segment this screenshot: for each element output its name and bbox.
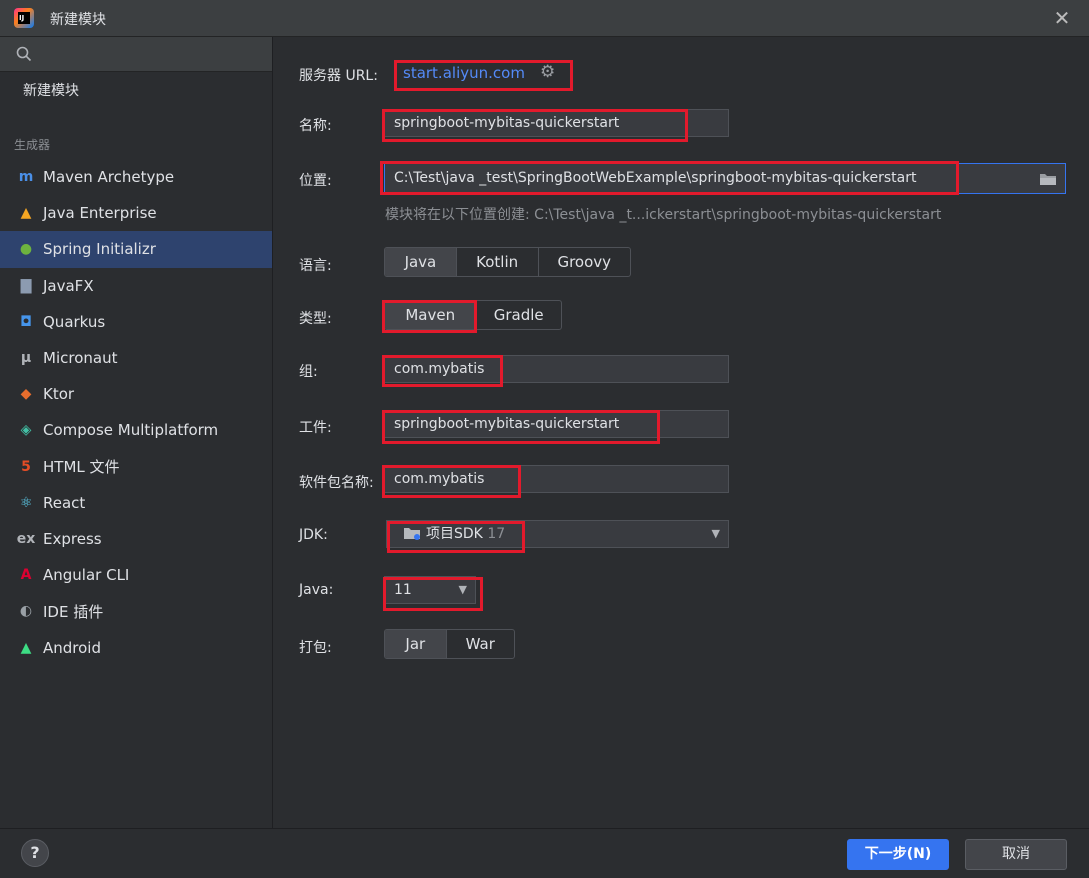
- sidebar-item-label: Angular CLI: [43, 566, 130, 585]
- angular-icon: A: [20, 567, 32, 584]
- search-bar: [0, 37, 272, 72]
- build-type-selector: Maven Gradle: [384, 300, 562, 330]
- help-button[interactable]: ?: [21, 839, 49, 867]
- spring-icon: ●: [19, 241, 33, 258]
- sidebar-item-label: IDE 插件: [43, 602, 104, 621]
- language-option-groovy[interactable]: Groovy: [539, 248, 631, 276]
- android-icon: ▲: [20, 639, 32, 656]
- plugin-icon: ◐: [19, 603, 33, 620]
- name-field[interactable]: springboot-mybitas-quickerstart: [384, 109, 729, 137]
- server-url-link[interactable]: start.aliyun.com: [403, 64, 525, 82]
- sidebar-item-javafx[interactable]: ▇ JavaFX: [0, 268, 272, 304]
- sidebar-item-label: JavaFX: [43, 276, 94, 295]
- jdk-dropdown[interactable]: 项目SDK 17 ▼: [386, 520, 729, 548]
- sidebar-item-spring[interactable]: ● Spring Initializr: [0, 231, 272, 268]
- language-selector: Java Kotlin Groovy: [384, 247, 631, 277]
- java-version-label: Java:: [299, 582, 334, 598]
- html-icon: 5: [21, 458, 31, 475]
- maven-icon: m: [18, 169, 34, 186]
- group-field[interactable]: com.mybatis: [384, 355, 729, 383]
- sidebar-item-label: Spring Initializr: [43, 240, 156, 259]
- javafx-icon: ▇: [20, 277, 32, 294]
- sidebar-item-android[interactable]: ▲ Android: [0, 629, 272, 665]
- quarkus-icon: ◘: [20, 313, 32, 330]
- java-version-dropdown[interactable]: 11 ▼: [384, 576, 476, 604]
- sidebar-item-compose[interactable]: ◈ Compose Multiplatform: [0, 412, 272, 448]
- sidebar-item-java-enterprise[interactable]: ▲ Java Enterprise: [0, 195, 272, 231]
- jdk-version: 17: [487, 526, 506, 542]
- language-option-java[interactable]: Java: [385, 248, 457, 276]
- sidebar-item-label: Maven Archetype: [43, 168, 175, 187]
- sidebar-item-label: Express: [43, 529, 102, 548]
- jdk-label: JDK:: [299, 527, 328, 543]
- search-icon: [16, 46, 32, 62]
- next-button[interactable]: 下一步(N): [847, 839, 949, 870]
- express-icon: ex: [16, 530, 36, 547]
- sidebar-item-react[interactable]: ⚛ React: [0, 485, 272, 521]
- sidebar-item-label: Android: [43, 638, 101, 657]
- artifact-label: 工件:: [299, 420, 332, 436]
- artifact-field[interactable]: springboot-mybitas-quickerstart: [384, 410, 729, 438]
- package-name-field[interactable]: com.mybatis: [384, 465, 729, 493]
- packaging-option-war[interactable]: War: [447, 630, 514, 658]
- folder-icon[interactable]: [1039, 172, 1057, 186]
- sdk-folder-icon: [404, 528, 420, 540]
- search-input[interactable]: [40, 43, 264, 67]
- server-url-label: 服务器 URL:: [299, 68, 378, 84]
- location-field[interactable]: C:\Test\java _test\SpringBootWebExample\…: [384, 163, 1066, 194]
- intellij-logo-icon: IJ: [14, 8, 34, 28]
- java-enterprise-icon: ▲: [20, 205, 32, 222]
- close-icon[interactable]: ✕: [1051, 7, 1073, 29]
- sidebar-item-label: HTML 文件: [43, 458, 120, 477]
- sidebar-item-angular[interactable]: A Angular CLI: [0, 557, 272, 593]
- type-option-gradle[interactable]: Gradle: [476, 301, 561, 329]
- sidebar-item-label: Micronaut: [43, 349, 118, 368]
- language-option-kotlin[interactable]: Kotlin: [457, 248, 539, 276]
- java-version-value: 11: [394, 582, 412, 598]
- location-label: 位置:: [299, 173, 332, 189]
- generators-section-label: 生成器: [14, 138, 51, 152]
- sidebar-item-label: Quarkus: [43, 312, 106, 331]
- sidebar-item-micronaut[interactable]: μ Micronaut: [0, 340, 272, 376]
- type-label: 类型:: [299, 311, 332, 327]
- packaging-selector: Jar War: [384, 629, 515, 659]
- language-label: 语言:: [299, 258, 332, 274]
- generator-list: m Maven Archetype ▲ Java Enterprise ● Spring …: [0, 159, 272, 666]
- package-name-label: 软件包名称:: [299, 475, 374, 491]
- group-label: 组:: [299, 364, 318, 380]
- sidebar-item-ktor[interactable]: ◆ Ktor: [0, 376, 272, 412]
- chevron-down-icon: ▼: [458, 583, 467, 596]
- sidebar-item-label: Compose Multiplatform: [43, 421, 219, 440]
- title-bar: IJ 新建模块 ✕: [0, 0, 1089, 37]
- window-title: 新建模块: [50, 12, 106, 28]
- type-option-maven[interactable]: Maven: [385, 301, 477, 329]
- sidebar-item-maven[interactable]: m Maven Archetype: [0, 159, 272, 195]
- ktor-icon: ◆: [20, 386, 32, 403]
- sidebar-item-plugin[interactable]: ◐ IDE 插件: [0, 593, 272, 629]
- gear-icon[interactable]: ⚙: [540, 62, 555, 82]
- compose-icon: ◈: [20, 422, 32, 439]
- packaging-label: 打包:: [299, 640, 332, 656]
- sidebar-item-label: Ktor: [43, 385, 75, 404]
- sidebar-item-label: Java Enterprise: [43, 204, 157, 223]
- react-icon: ⚛: [19, 494, 33, 511]
- module-form: 服务器 URL: start.aliyun.com ⚙ 名称: springbo…: [273, 37, 1089, 828]
- name-label: 名称:: [299, 118, 332, 134]
- cancel-button[interactable]: 取消: [965, 839, 1067, 870]
- sidebar-item-html[interactable]: 5 HTML 文件: [0, 449, 272, 485]
- sidebar-item-express[interactable]: ex Express: [0, 521, 272, 557]
- dialog-footer: ? 下一步(N) 取消: [0, 828, 1089, 878]
- location-hint: 模块将在以下位置创建: C:\Test\java _t...ickerstart…: [385, 207, 942, 223]
- sidebar: 新建模块 生成器 m Maven Archetype ▲ Java Enterpris…: [0, 37, 273, 828]
- sidebar-item-quarkus[interactable]: ◘ Quarkus: [0, 304, 272, 340]
- jdk-name: 项目SDK: [426, 526, 483, 542]
- new-module-item[interactable]: 新建模块: [23, 80, 79, 100]
- sidebar-item-label: React: [43, 493, 86, 512]
- micronaut-icon: μ: [20, 350, 32, 367]
- packaging-option-jar[interactable]: Jar: [385, 630, 447, 658]
- chevron-down-icon: ▼: [711, 527, 720, 540]
